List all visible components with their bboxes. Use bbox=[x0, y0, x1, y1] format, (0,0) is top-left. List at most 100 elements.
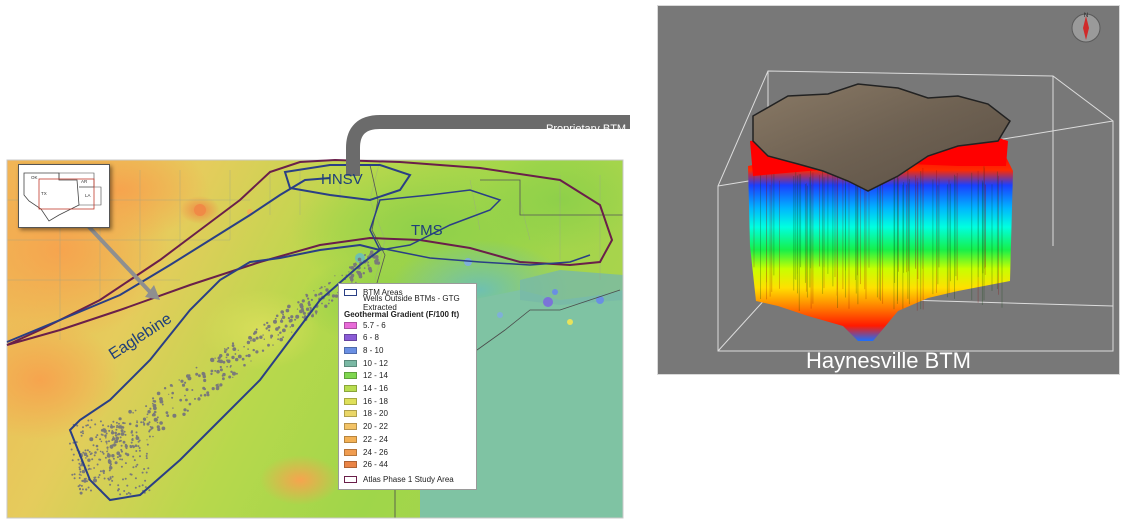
well-point bbox=[282, 336, 284, 339]
well-point bbox=[115, 421, 118, 424]
well-point bbox=[301, 316, 304, 318]
well-point bbox=[125, 447, 128, 450]
well-point bbox=[134, 477, 137, 480]
well-point bbox=[111, 479, 114, 482]
well-point bbox=[295, 314, 300, 319]
well-point bbox=[78, 473, 81, 476]
well-point bbox=[78, 466, 81, 469]
well-point bbox=[70, 448, 73, 451]
well-point bbox=[280, 318, 283, 320]
well-point bbox=[180, 379, 184, 383]
well-point bbox=[272, 344, 274, 346]
well-point bbox=[121, 458, 124, 461]
well-point bbox=[123, 490, 126, 492]
well-point bbox=[118, 422, 120, 425]
well-point bbox=[78, 462, 81, 465]
well-point bbox=[363, 267, 366, 269]
legend-class-label: 22 - 24 bbox=[363, 434, 388, 444]
well-point bbox=[171, 391, 174, 395]
well-point bbox=[187, 376, 192, 381]
well-point bbox=[96, 448, 99, 451]
well-point bbox=[231, 355, 235, 360]
well-point bbox=[370, 268, 372, 270]
well-point bbox=[228, 375, 232, 379]
well-point bbox=[129, 492, 132, 495]
well-point bbox=[124, 433, 127, 436]
well-point bbox=[279, 331, 282, 334]
well-point bbox=[81, 430, 84, 433]
inset-label-ar: AR bbox=[81, 179, 88, 184]
well-point bbox=[152, 397, 155, 400]
well-point bbox=[279, 337, 284, 342]
well-point bbox=[138, 485, 141, 488]
well-point bbox=[148, 430, 151, 433]
well-point bbox=[219, 384, 222, 387]
well-point bbox=[113, 444, 116, 447]
well-point bbox=[84, 477, 87, 480]
well-point bbox=[273, 319, 277, 324]
well-point bbox=[110, 446, 113, 449]
well-point bbox=[130, 441, 133, 444]
well-point bbox=[94, 423, 97, 426]
well-point bbox=[243, 363, 246, 367]
well-point bbox=[210, 357, 215, 362]
well-point bbox=[287, 305, 290, 309]
well-point bbox=[91, 458, 94, 461]
well-point bbox=[161, 426, 166, 431]
well-point bbox=[73, 477, 76, 480]
legend-class-label: 12 - 14 bbox=[363, 371, 388, 381]
well-point bbox=[146, 413, 149, 416]
well-point bbox=[172, 407, 174, 409]
well-point bbox=[119, 458, 121, 461]
well-point bbox=[232, 371, 236, 376]
well-point bbox=[148, 489, 151, 492]
well-point bbox=[117, 484, 120, 487]
well-point bbox=[135, 431, 138, 434]
well-point bbox=[111, 475, 114, 478]
well-point bbox=[119, 436, 122, 439]
well-point bbox=[226, 365, 228, 368]
btm-areas-swatch bbox=[344, 288, 357, 296]
well-point bbox=[118, 440, 121, 443]
well-point bbox=[168, 393, 170, 395]
well-point bbox=[128, 422, 132, 426]
well-point bbox=[296, 308, 299, 310]
well-point bbox=[86, 449, 89, 452]
well-point bbox=[248, 335, 252, 340]
well-point bbox=[143, 422, 146, 425]
well-point bbox=[95, 444, 99, 448]
well-point bbox=[223, 348, 226, 350]
well-point bbox=[99, 438, 102, 441]
well-point bbox=[145, 471, 148, 474]
haynesville-btm-panel: N Haynesville BTM bbox=[657, 5, 1120, 375]
well-point bbox=[152, 402, 154, 405]
well-point bbox=[299, 304, 304, 309]
well-point bbox=[120, 432, 125, 436]
well-point bbox=[156, 421, 159, 424]
well-point bbox=[245, 354, 248, 357]
well-point bbox=[125, 493, 128, 495]
legend-gradient-title: Geothermal Gradient (F/100 ft) bbox=[344, 309, 459, 319]
well-point bbox=[374, 260, 379, 265]
well-point bbox=[106, 453, 111, 458]
well-point bbox=[132, 455, 135, 458]
well-point bbox=[216, 360, 219, 363]
well-point bbox=[106, 450, 108, 453]
legend-class-row: 18 - 20 bbox=[344, 409, 388, 419]
well-point bbox=[123, 430, 126, 433]
well-point bbox=[299, 309, 303, 314]
well-point bbox=[120, 429, 124, 433]
well-point bbox=[188, 374, 191, 377]
well-point bbox=[137, 440, 140, 443]
well-point bbox=[321, 302, 323, 305]
well-point bbox=[80, 434, 83, 437]
well-point bbox=[78, 468, 82, 471]
well-point bbox=[144, 479, 147, 482]
well-point bbox=[253, 332, 256, 335]
legend-gradient-title-label: Geothermal Gradient (F/100 ft) bbox=[344, 309, 460, 319]
inset-locator-map: OK TX LA AR bbox=[18, 164, 110, 228]
well-point bbox=[107, 477, 110, 480]
well-point bbox=[110, 431, 115, 435]
well-point bbox=[126, 453, 129, 456]
btm-3d-graphic: N bbox=[717, 13, 1114, 352]
